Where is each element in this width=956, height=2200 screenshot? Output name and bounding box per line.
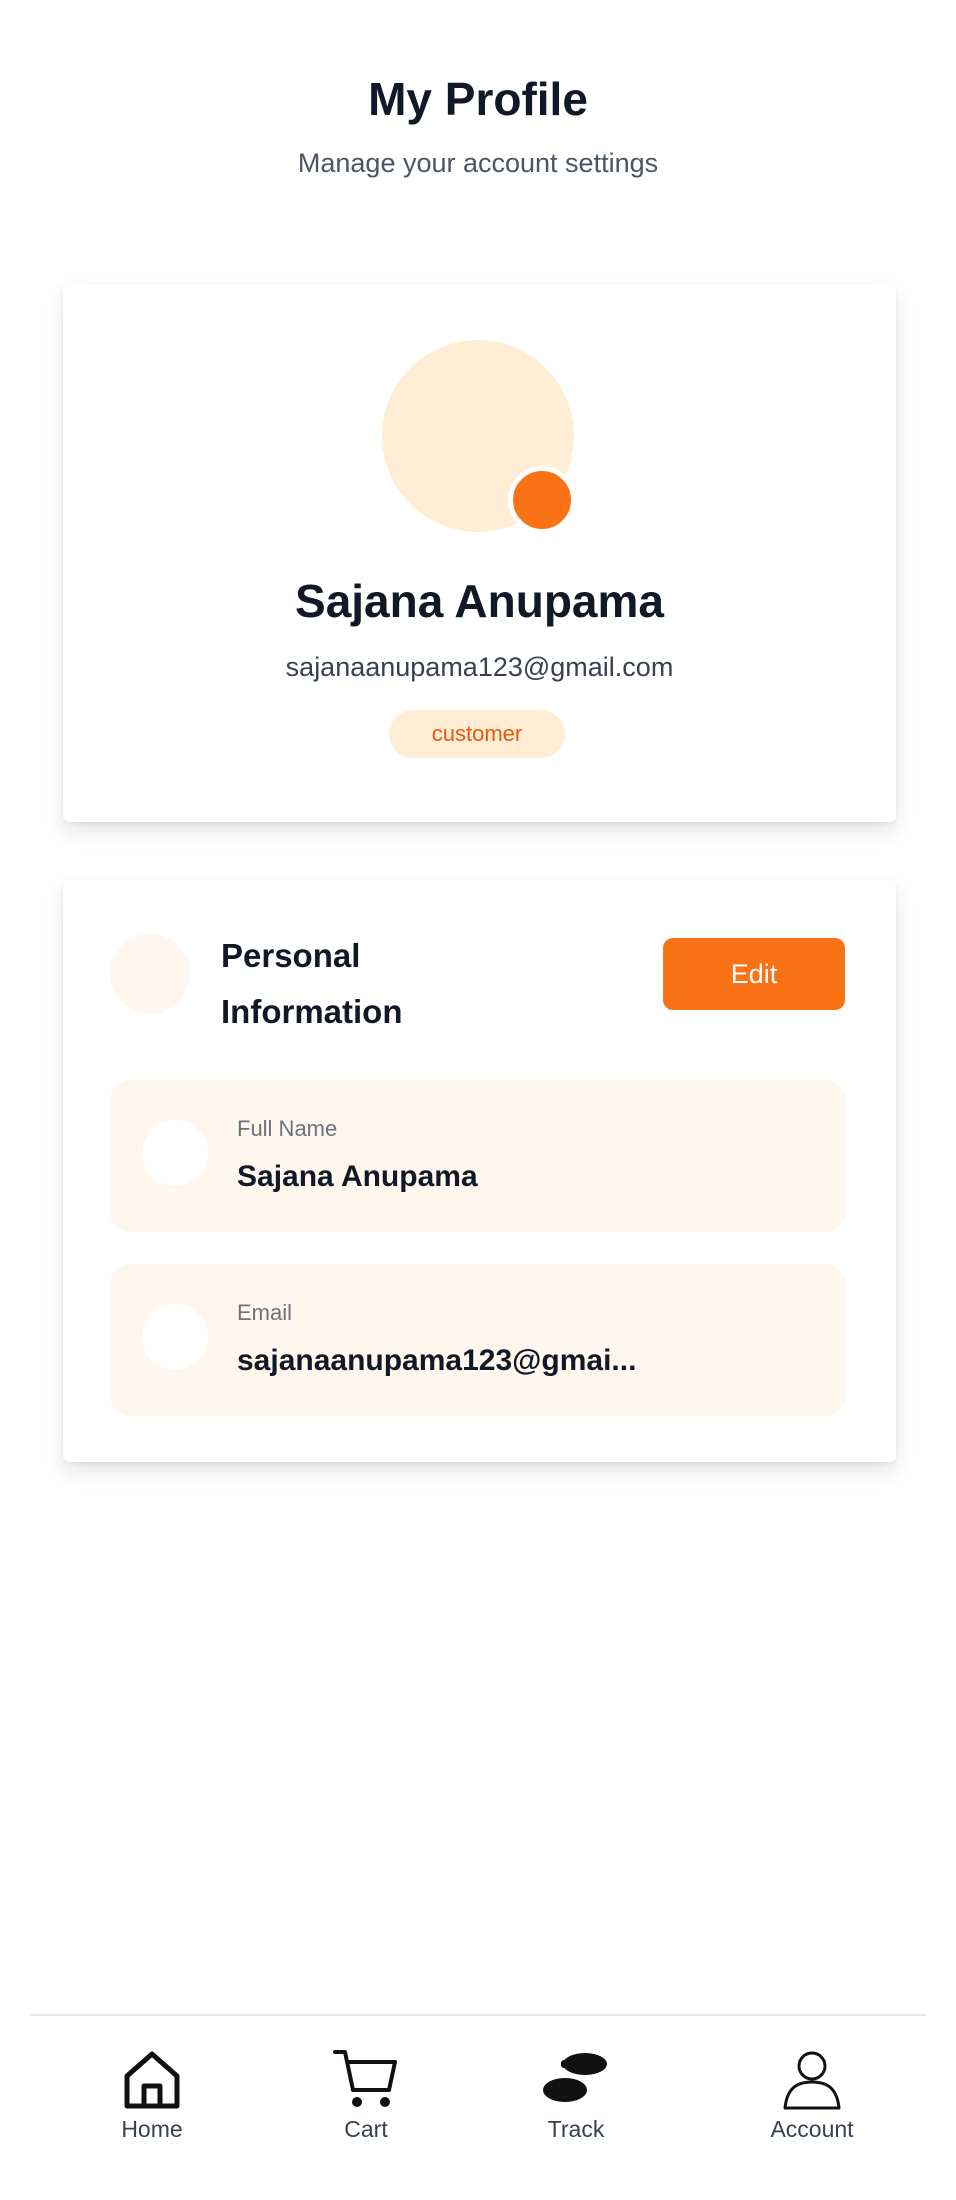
avatar-edit-badge[interactable]: [508, 466, 576, 534]
nav-label: Account: [770, 2116, 854, 2142]
nav-label: Home: [121, 2116, 183, 2142]
profile-name: Sajana Anupama: [295, 575, 664, 627]
nav-item-track[interactable]: Track: [496, 2048, 656, 2168]
section-title: Personal Information: [221, 937, 403, 1030]
field-label: Full Name: [237, 1116, 338, 1141]
cart-icon: [333, 2050, 397, 2107]
user-icon: [142, 1120, 208, 1186]
page-subtitle: Manage your account settings: [297, 148, 659, 178]
bottom-nav: Home Cart Track Account: [30, 2014, 926, 2200]
person-icon: [783, 2051, 841, 2110]
field-value: sajanaanupama123@gmai...: [237, 1344, 637, 1377]
edit-button[interactable]: Edit: [663, 938, 845, 1010]
mail-icon: [142, 1304, 208, 1370]
nav-label: Cart: [344, 2116, 388, 2142]
nav-label: Track: [547, 2116, 605, 2142]
personal-info-icon: [110, 934, 190, 1014]
full-name-field: Full Name Sajana Anupama: [110, 1080, 846, 1232]
page-title: My Profile: [368, 73, 588, 125]
home-icon: [124, 2051, 180, 2109]
field-label: Email: [237, 1300, 293, 1325]
nav-item-home[interactable]: Home: [72, 2048, 232, 2168]
field-value: Sajana Anupama: [237, 1160, 478, 1193]
nav-item-account[interactable]: Account: [732, 2048, 892, 2168]
email-field: Email sajanaanupama123@gmai...: [110, 1264, 846, 1416]
footsteps-icon: [543, 2053, 607, 2102]
profile-card: Sajana Anupama sajanaanupama123@gmail.co…: [63, 284, 896, 822]
profile-email: sajanaanupama123@gmail.com: [285, 652, 674, 682]
nav-item-cart[interactable]: Cart: [286, 2048, 446, 2168]
role-badge: customer: [389, 710, 565, 758]
personal-info-card: Personal Information Edit Full Name Saja…: [63, 880, 896, 1462]
